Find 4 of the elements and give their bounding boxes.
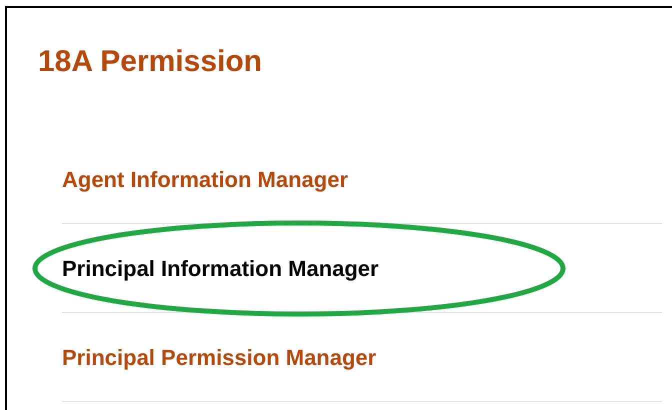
section-title: 18A Permission <box>38 44 262 80</box>
menu-link[interactable]: Principal Permission Manager <box>62 340 376 374</box>
menu-link[interactable]: Principal Information Manager <box>62 252 379 284</box>
menu-link[interactable]: Agent Information Manager <box>62 162 348 196</box>
